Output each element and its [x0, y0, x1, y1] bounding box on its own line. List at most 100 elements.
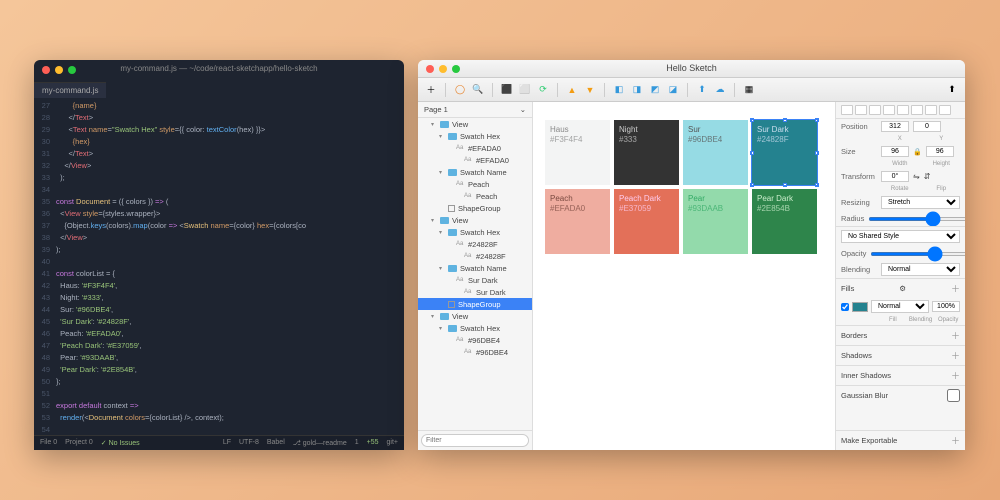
- code-line[interactable]: 53 render(<Document colors={colorList} /…: [34, 412, 404, 424]
- layer-row[interactable]: ▾Swatch Hex: [418, 130, 532, 142]
- status-issues[interactable]: ✓ No Issues: [101, 439, 140, 447]
- radius-slider[interactable]: [868, 217, 965, 221]
- code-line[interactable]: 46 Peach: '#EFADA0',: [34, 328, 404, 340]
- layer-row[interactable]: ShapeGroup: [418, 202, 532, 214]
- layer-row[interactable]: AaPeach: [418, 178, 532, 190]
- code-line[interactable]: 44 Sur: '#96DBE4',: [34, 304, 404, 316]
- page-selector[interactable]: Page 1⌄: [418, 102, 532, 118]
- align-controls[interactable]: [836, 102, 965, 119]
- code-line[interactable]: 49 'Pear Dark': '#2E854B',: [34, 364, 404, 376]
- layer-row[interactable]: Aa#96DBE4: [418, 334, 532, 346]
- subtract-icon[interactable]: ◨: [630, 83, 644, 97]
- width-input[interactable]: [881, 146, 909, 157]
- code-line[interactable]: 39);: [34, 244, 404, 256]
- layer-row[interactable]: ▾View: [418, 310, 532, 322]
- code-line[interactable]: 35const Document = ({ colors }) => (: [34, 196, 404, 208]
- color-swatch[interactable]: Peach#EFADA0: [545, 189, 610, 254]
- code-line[interactable]: 38 </View>: [34, 232, 404, 244]
- layer-row[interactable]: ▾View: [418, 118, 532, 130]
- difference-icon[interactable]: ◪: [666, 83, 680, 97]
- insert-icon[interactable]: ＋: [424, 83, 438, 97]
- code-line[interactable]: 34: [34, 184, 404, 196]
- code-line[interactable]: 32 </View>: [34, 160, 404, 172]
- code-line[interactable]: 30 {hex}: [34, 136, 404, 148]
- status-git[interactable]: git+: [387, 439, 398, 447]
- color-swatch[interactable]: Pear#93DAAB: [683, 189, 748, 254]
- layer-row[interactable]: AaSur Dark: [418, 274, 532, 286]
- code-line[interactable]: 28 </Text>: [34, 112, 404, 124]
- status-lang[interactable]: Babel: [267, 439, 285, 447]
- add-inner-shadow-button[interactable]: ＋: [951, 369, 960, 382]
- add-shadow-button[interactable]: ＋: [951, 349, 960, 362]
- layer-row[interactable]: AaSur Dark: [418, 286, 532, 298]
- opacity-slider[interactable]: [870, 252, 965, 256]
- rotate-input[interactable]: [881, 171, 909, 182]
- status-stage[interactable]: +55: [367, 439, 379, 447]
- code-line[interactable]: 54: [34, 424, 404, 435]
- color-swatch[interactable]: Peach Dark#E37059: [614, 189, 679, 254]
- fill-opacity-input[interactable]: [932, 301, 960, 312]
- intersect-icon[interactable]: ◩: [648, 83, 662, 97]
- code-line[interactable]: 27 {name}: [34, 100, 404, 112]
- layer-row[interactable]: ▾Swatch Name: [418, 262, 532, 274]
- code-line[interactable]: 37 {Object.keys(colors).map(color => <Sw…: [34, 220, 404, 232]
- code-line[interactable]: 29 <Text name="Swatch Hex" style={{ colo…: [34, 124, 404, 136]
- code-line[interactable]: 40: [34, 256, 404, 268]
- layer-row[interactable]: AaPeach: [418, 190, 532, 202]
- resizing-select[interactable]: Stretch: [881, 196, 960, 209]
- backward-icon[interactable]: ▼: [583, 83, 597, 97]
- layer-row[interactable]: ShapeGroup: [418, 298, 532, 310]
- add-fill-button[interactable]: ＋: [951, 282, 960, 295]
- status-encoding[interactable]: UTF-8: [239, 439, 259, 447]
- layer-row[interactable]: Aa#24828F: [418, 250, 532, 262]
- color-swatch[interactable]: Haus#F3F4F4: [545, 120, 610, 185]
- canvas[interactable]: Haus#F3F4F4Night#333Sur#96DBE4Sur Dark#2…: [533, 102, 835, 450]
- code-area[interactable]: 27 {name}28 </Text>29 <Text name="Swatch…: [34, 98, 404, 435]
- add-export-button[interactable]: ＋: [951, 434, 960, 447]
- link-icon[interactable]: ⟳: [536, 83, 550, 97]
- export-icon[interactable]: ⬆: [945, 83, 959, 97]
- code-line[interactable]: 36 <View style={styles.wrapper}>: [34, 208, 404, 220]
- view-icon[interactable]: ▦: [742, 83, 756, 97]
- code-line[interactable]: 48 Pear: '#93DAAB',: [34, 352, 404, 364]
- code-line[interactable]: 52export default context =>: [34, 400, 404, 412]
- mirror-icon[interactable]: ⬆: [695, 83, 709, 97]
- color-swatch[interactable]: Night#333: [614, 120, 679, 185]
- color-swatch[interactable]: Sur Dark#24828F: [752, 120, 817, 185]
- code-line[interactable]: 41const colorList = {: [34, 268, 404, 280]
- union-icon[interactable]: ◧: [612, 83, 626, 97]
- code-line[interactable]: 45 'Sur Dark': '#24828F',: [34, 316, 404, 328]
- flip-v-icon[interactable]: ⇵: [924, 172, 931, 181]
- layer-row[interactable]: Aa#24828F: [418, 238, 532, 250]
- shape-icon[interactable]: ◯: [453, 83, 467, 97]
- status-file[interactable]: File 0: [40, 439, 57, 447]
- lock-icon[interactable]: 🔒: [913, 148, 922, 156]
- gear-icon[interactable]: ⚙: [899, 284, 906, 293]
- fill-enabled-checkbox[interactable]: [841, 303, 849, 311]
- height-input[interactable]: [926, 146, 954, 157]
- layer-row[interactable]: Aa#EFADA0: [418, 154, 532, 166]
- position-x-input[interactable]: [881, 121, 909, 132]
- blur-checkbox[interactable]: [947, 389, 960, 402]
- status-lf[interactable]: LF: [223, 439, 231, 447]
- color-swatch[interactable]: Pear Dark#2E854B: [752, 189, 817, 254]
- editor-tab[interactable]: my-command.js: [34, 82, 106, 98]
- ungroup-icon[interactable]: ⬜: [518, 83, 532, 97]
- position-y-input[interactable]: [913, 121, 941, 132]
- layer-row[interactable]: ▾Swatch Hex: [418, 322, 532, 334]
- layer-row[interactable]: ▾Swatch Name: [418, 166, 532, 178]
- layer-row[interactable]: Aa#EFADA0: [418, 142, 532, 154]
- zoom-icon[interactable]: 🔍: [471, 83, 485, 97]
- code-line[interactable]: 47 'Peach Dark': '#E37059',: [34, 340, 404, 352]
- layer-row[interactable]: ▾View: [418, 214, 532, 226]
- code-line[interactable]: 33 );: [34, 172, 404, 184]
- blending-select[interactable]: Normal: [881, 263, 960, 276]
- cloud-icon[interactable]: ☁: [713, 83, 727, 97]
- forward-icon[interactable]: ▲: [565, 83, 579, 97]
- status-branch[interactable]: ⎇ gold—readme: [293, 439, 347, 447]
- color-swatch[interactable]: Sur#96DBE4: [683, 120, 748, 185]
- code-line[interactable]: 43 Night: '#333',: [34, 292, 404, 304]
- code-line[interactable]: 42 Haus: '#F3F4F4',: [34, 280, 404, 292]
- code-line[interactable]: 31 </Text>: [34, 148, 404, 160]
- layer-filter-input[interactable]: [421, 434, 529, 447]
